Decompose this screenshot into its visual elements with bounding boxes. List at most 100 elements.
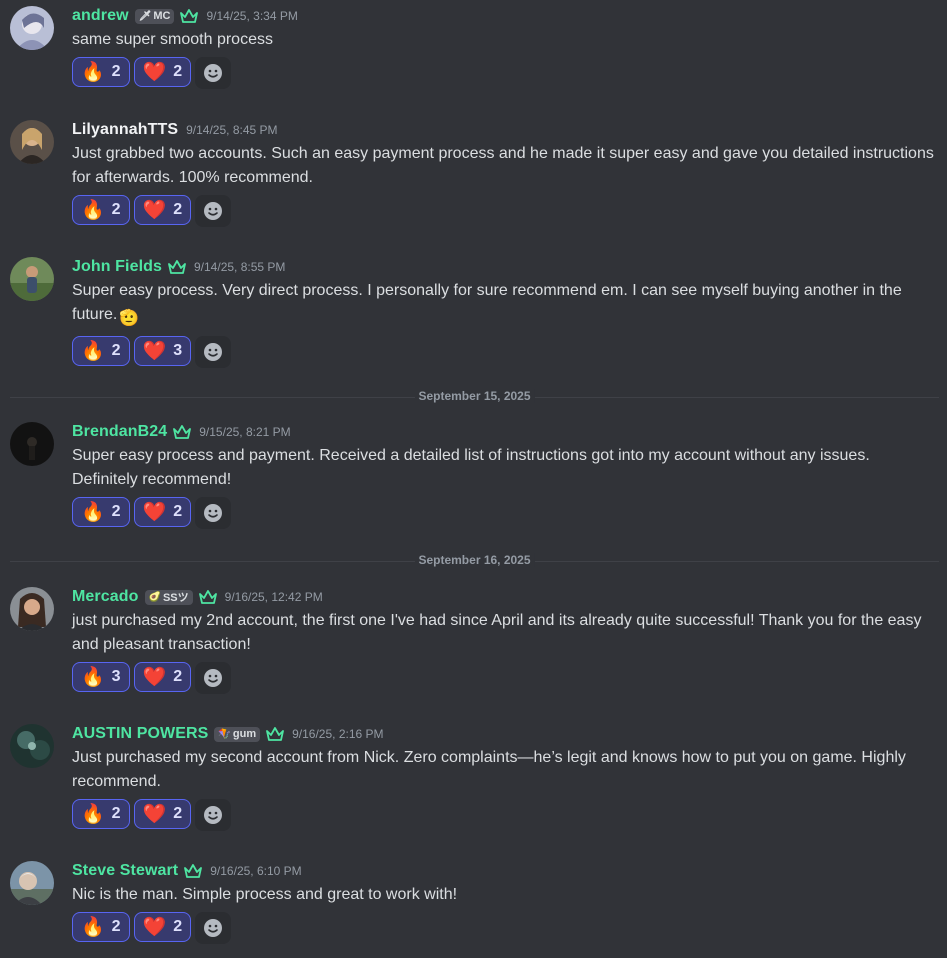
crown-icon[interactable] <box>266 727 285 741</box>
sword-icon: 🗡 <box>138 10 152 22</box>
crown-icon[interactable] <box>198 590 217 604</box>
kite-icon: 🪁 <box>218 728 231 740</box>
username[interactable]: BrendanB24 <box>72 423 167 441</box>
reaction-fire[interactable]: 🔥 2 <box>72 799 130 829</box>
avatar[interactable] <box>10 120 54 164</box>
username[interactable]: Steve Stewart <box>72 862 178 880</box>
username[interactable]: andrew <box>72 7 129 25</box>
avatar[interactable] <box>10 422 54 466</box>
add-reaction-button[interactable] <box>195 57 232 89</box>
smiley-icon <box>204 669 223 687</box>
heart-icon: ❤️ <box>142 501 167 523</box>
server-tag[interactable]: 🥑 SSツ <box>144 589 193 605</box>
username[interactable]: LilyannahTTS <box>72 121 178 139</box>
add-reaction-button[interactable] <box>195 336 232 368</box>
reaction-count: 2 <box>173 201 183 218</box>
reaction-fire[interactable]: 🔥 3 <box>72 662 130 692</box>
reaction-count: 2 <box>111 63 121 80</box>
smiley-icon <box>204 919 223 937</box>
reaction-heart[interactable]: ❤️ 2 <box>133 799 192 829</box>
crown-icon[interactable] <box>168 260 186 274</box>
reaction-fire[interactable]: 🔥 2 <box>72 57 130 87</box>
username[interactable]: AUSTIN POWERS <box>72 725 208 743</box>
reaction-count: 2 <box>173 668 183 685</box>
avatar[interactable] <box>10 587 54 631</box>
timestamp[interactable]: 9/14/25, 8:55 PM <box>194 260 285 274</box>
fire-icon: 🔥 <box>81 61 105 83</box>
saluting-face-icon: 🫡 <box>119 310 140 327</box>
reaction-count: 2 <box>173 63 183 80</box>
reaction-fire[interactable]: 🔥 2 <box>72 195 130 225</box>
message-text: Just purchased my second account from Ni… <box>72 749 906 790</box>
timestamp[interactable]: 9/16/25, 2:16 PM <box>292 727 383 741</box>
timestamp[interactable]: 9/14/25, 8:45 PM <box>186 123 277 137</box>
server-tag-label: MC <box>153 10 171 22</box>
smiley-icon <box>204 806 223 824</box>
date-divider: September 15, 2025 <box>10 389 939 403</box>
avatar[interactable] <box>10 724 54 768</box>
message-text: Super easy process and payment. Received… <box>72 447 870 488</box>
fire-icon: 🔥 <box>81 803 105 825</box>
reaction-fire[interactable]: 🔥 2 <box>72 497 130 527</box>
username[interactable]: Mercado <box>72 588 139 606</box>
date-divider: September 16, 2025 <box>10 553 939 567</box>
reaction-count: 2 <box>111 201 121 218</box>
avocado-icon: 🥑 <box>148 591 161 603</box>
timestamp[interactable]: 9/16/25, 12:42 PM <box>225 590 323 604</box>
heart-icon: ❤️ <box>142 61 167 83</box>
fire-icon: 🔥 <box>81 340 105 362</box>
message-text: Super easy process. Very direct process.… <box>72 279 939 331</box>
smiley-icon <box>204 343 223 361</box>
add-reaction-button[interactable] <box>195 912 232 944</box>
timestamp[interactable]: 9/14/25, 3:34 PM <box>206 9 297 23</box>
username[interactable]: John Fields <box>72 258 162 276</box>
avatar[interactable] <box>10 6 54 50</box>
message-text: Just grabbed two accounts. Such an easy … <box>72 145 934 186</box>
reaction-count: 2 <box>111 918 121 935</box>
add-reaction-button[interactable] <box>195 497 232 529</box>
reaction-count: 3 <box>111 668 121 685</box>
reaction-fire[interactable]: 🔥 2 <box>72 336 130 366</box>
reaction-heart[interactable]: ❤️ 2 <box>133 912 192 942</box>
crown-icon[interactable] <box>180 9 199 23</box>
fire-icon: 🔥 <box>81 916 105 938</box>
avatar[interactable] <box>10 257 54 301</box>
timestamp[interactable]: 9/16/25, 6:10 PM <box>210 864 301 878</box>
date-divider-label: September 16, 2025 <box>414 553 535 567</box>
reaction-count: 3 <box>173 342 183 359</box>
reaction-count: 2 <box>111 805 121 822</box>
message-text: Nic is the man. Simple process and great… <box>72 886 458 903</box>
message-text: just purchased my 2nd account, the first… <box>72 612 922 653</box>
server-tag-label: SSツ <box>162 592 189 604</box>
add-reaction-button[interactable] <box>195 195 232 227</box>
reaction-heart[interactable]: ❤️ 3 <box>133 336 192 366</box>
reaction-count: 2 <box>173 918 183 935</box>
heart-icon: ❤️ <box>142 340 167 362</box>
smiley-icon <box>204 64 223 82</box>
server-tag[interactable]: 🪁 gum <box>214 726 261 742</box>
timestamp[interactable]: 9/15/25, 8:21 PM <box>199 425 290 439</box>
reaction-heart[interactable]: ❤️ 2 <box>133 57 192 87</box>
server-tag-label: gum <box>232 728 257 740</box>
fire-icon: 🔥 <box>81 501 105 523</box>
reaction-heart[interactable]: ❤️ 2 <box>133 662 192 692</box>
message-text: same super smooth process <box>72 31 273 48</box>
message-text-body: Super easy process. Very direct process.… <box>72 282 902 323</box>
reaction-fire[interactable]: 🔥 2 <box>72 912 130 942</box>
crown-icon[interactable] <box>173 425 192 439</box>
heart-icon: ❤️ <box>142 803 167 825</box>
fire-icon: 🔥 <box>81 666 105 688</box>
reaction-heart[interactable]: ❤️ 2 <box>133 195 192 225</box>
reaction-count: 2 <box>173 805 183 822</box>
add-reaction-button[interactable] <box>195 662 232 694</box>
date-divider-label: September 15, 2025 <box>414 389 535 403</box>
smiley-icon <box>204 202 223 220</box>
avatar[interactable] <box>10 861 54 905</box>
server-tag[interactable]: 🗡 MC <box>134 8 175 24</box>
reaction-count: 2 <box>173 503 183 520</box>
crown-icon[interactable] <box>184 864 203 878</box>
smiley-icon <box>204 504 223 522</box>
reaction-heart[interactable]: ❤️ 2 <box>133 497 192 527</box>
add-reaction-button[interactable] <box>195 799 232 831</box>
heart-icon: ❤️ <box>142 199 167 221</box>
